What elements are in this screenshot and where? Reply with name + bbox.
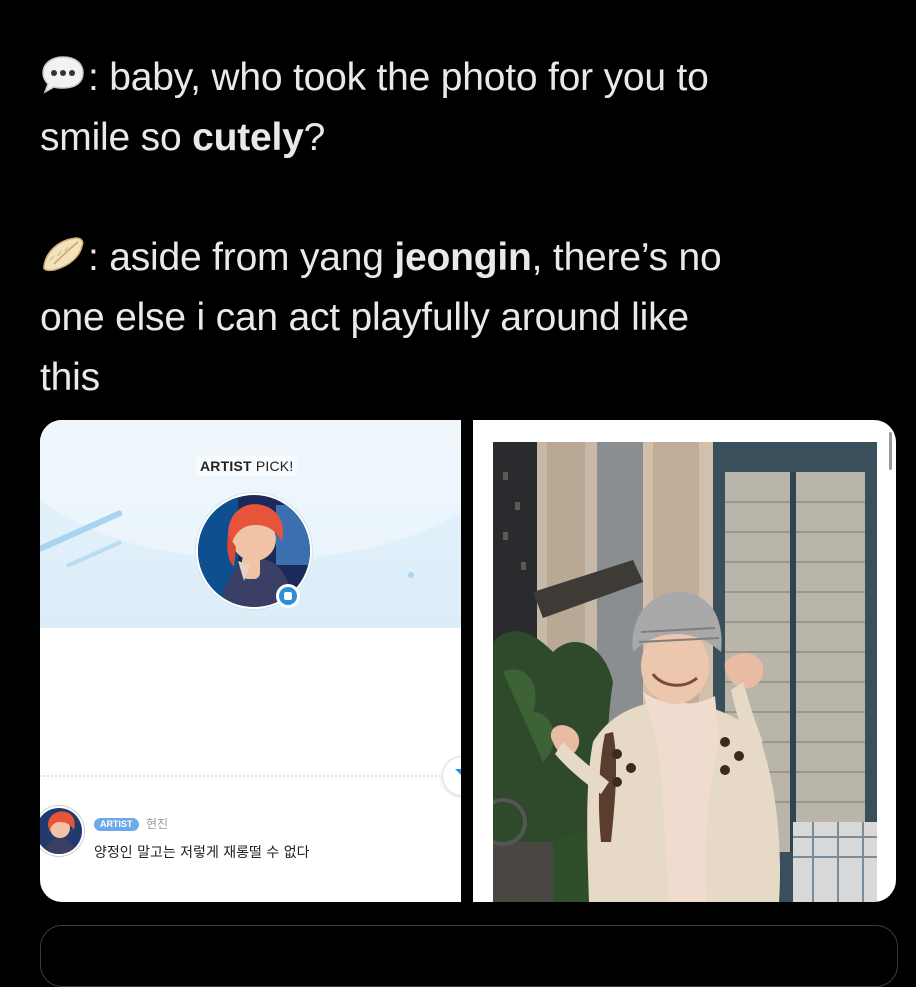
dumpling-icon <box>43 237 84 272</box>
comment-avatar[interactable] <box>40 806 84 856</box>
artist-badge: ARTIST <box>94 818 139 831</box>
speech-bubble-icon <box>42 56 84 94</box>
media-grid[interactable]: ARTIST PICK! ARTIST 현진 양정인 말고는 저렇게 재롱떨 수… <box>40 420 896 902</box>
line1-text: : baby, who took the photo for you to <box>88 56 709 99</box>
photo <box>493 442 877 902</box>
line3-pre: : aside from yang <box>88 236 395 279</box>
quoted-card[interactable] <box>40 925 898 987</box>
tweet-line-1: : baby, who took the photo for you to <box>40 48 870 108</box>
divider <box>40 775 461 777</box>
line2-pre: smile so <box>40 116 193 159</box>
tweet-line-4: one else i can act playfully around like <box>40 296 689 339</box>
media-image-right[interactable] <box>473 420 896 902</box>
tweet-line-2: smile so cutely? <box>40 108 870 168</box>
line3-bold: jeongin <box>394 236 532 279</box>
line2-post: ? <box>303 116 326 159</box>
tweet-line-3: : aside from yang jeongin, there’s no <box>40 228 870 288</box>
media-image-left[interactable]: ARTIST PICK! ARTIST 현진 양정인 말고는 저렇게 재롱떨 수… <box>40 420 461 902</box>
comment-row: ARTIST 현진 양정인 말고는 저렇게 재롱떨 수 없다 <box>40 806 461 866</box>
scroll-handle[interactable] <box>889 432 892 470</box>
line2-bold: cutely <box>192 116 304 159</box>
verified-badge-icon <box>276 584 300 608</box>
tweet-line-5: this <box>40 356 100 399</box>
comment-author: 현진 <box>146 817 169 831</box>
comment-text: 양정인 말고는 저렇게 재롱떨 수 없다 <box>94 845 310 861</box>
tweet-text: : baby, who took the photo for you to sm… <box>40 48 870 408</box>
artist-pick-label: ARTIST PICK! <box>196 456 298 476</box>
filter-icon[interactable] <box>442 756 461 796</box>
line3-post: , there’s no <box>531 236 722 279</box>
